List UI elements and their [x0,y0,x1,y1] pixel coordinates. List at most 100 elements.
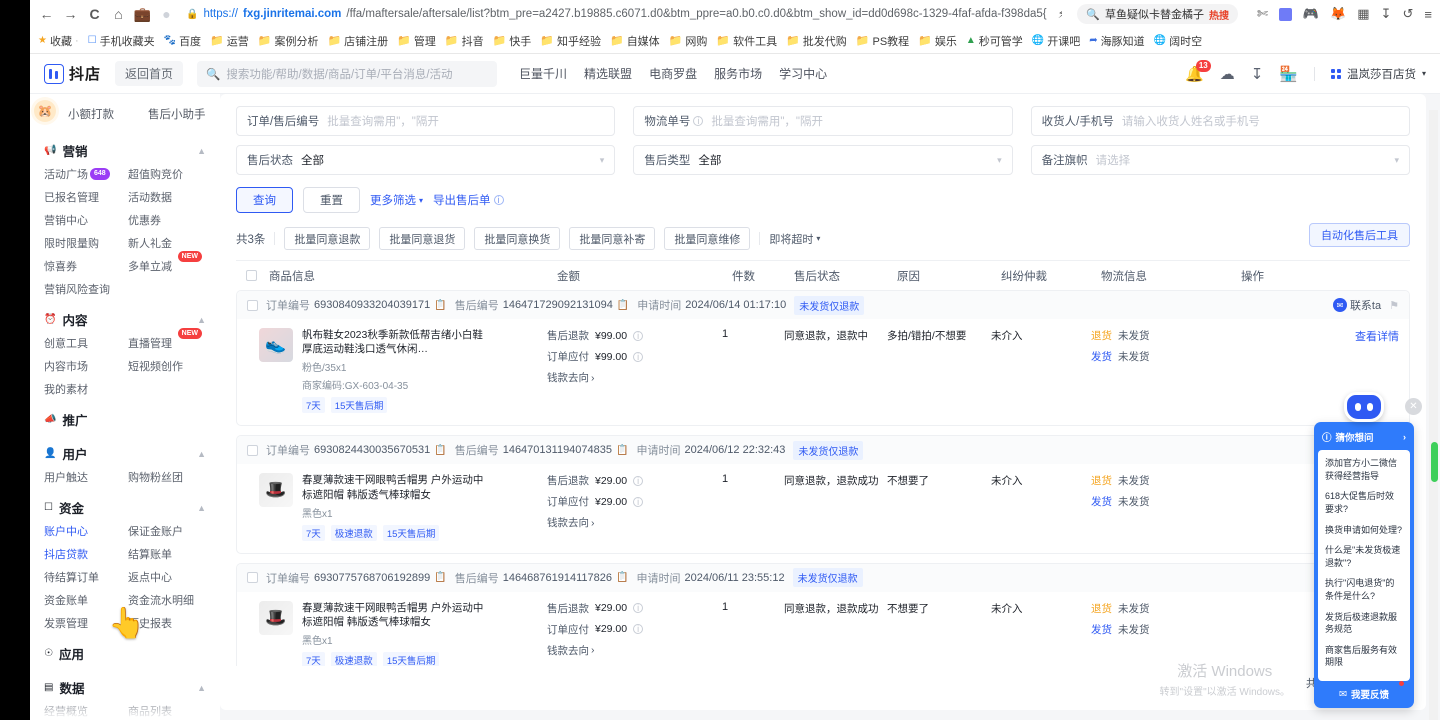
sidebar-item-user-reach[interactable]: 用户触达 [44,469,122,485]
bookmark-item[interactable]: 📁软件工具 [716,33,777,49]
info-icon[interactable]: i [633,352,643,362]
shield-icon[interactable]: ● [158,6,175,23]
sidebar-item-surprise-coupon[interactable]: 惊喜券 [44,258,122,274]
bookmark-item[interactable]: 🐾 百度 [164,33,201,49]
copy-icon[interactable]: 📋 [434,445,446,456]
row-checkbox[interactable] [247,572,258,583]
money-flow-link[interactable]: 钱款去向 › [547,515,722,530]
product-thumbnail[interactable]: 👟 [259,328,293,362]
sidebar-item-creative-tools[interactable]: 创意工具 [44,335,122,351]
sort-dropdown[interactable]: 即将超时 ▾ [769,231,820,247]
sidebar-item-aftersale-helper[interactable]: 售后小助手 [148,106,206,122]
receiver-input[interactable]: 收货人/手机号 请输入收货人姓名或手机号 [1031,106,1410,136]
bookmark-item[interactable]: 📁知乎经验 [540,33,601,49]
money-flow-link[interactable]: 钱款去向 › [547,370,722,385]
nav-item-learning[interactable]: 学习中心 [779,65,827,82]
app-logo[interactable]: 抖店 [44,63,101,84]
fox-icon[interactable]: 🦊 [1330,6,1346,22]
info-icon[interactable]: i [633,331,643,341]
bookmark-item[interactable]: 🌐开课吧 [1032,33,1080,49]
info-icon[interactable]: i [633,624,643,634]
bookmark-item[interactable]: 📁PS教程 [856,33,909,49]
copy-icon[interactable]: 📋 [617,300,629,311]
download-app-icon[interactable]: ↧ [1251,65,1264,83]
reload-icon[interactable]: C [86,6,103,23]
omnibox-search-suggestion[interactable]: 🔍 草鱼疑似卡替金橘子 热搜 [1077,4,1238,24]
info-icon[interactable]: i [693,116,703,126]
sidebar-group-promotion[interactable]: 📣 推广 [44,401,206,435]
page-scrollbar-thumb[interactable] [1431,442,1438,482]
chat-question[interactable]: 618大促售后时效要求? [1325,490,1403,515]
bulk-agree-resend-button[interactable]: 批量同意补寄 [569,227,655,250]
sidebar-item-small-payout[interactable]: 小额打款 [68,106,114,122]
export-aftersale-link[interactable]: 导出售后单 i [433,192,504,208]
help-icon[interactable]: ☁ [1220,65,1235,83]
bookmark-item[interactable]: 🌐阔时空 [1154,33,1202,49]
scissors-icon[interactable]: ✄ [1257,6,1268,22]
view-detail-link[interactable]: 查看详情 [1355,331,1399,343]
info-icon[interactable]: i [633,497,643,507]
bookmark-item[interactable]: 📁案例分析 [258,33,319,49]
chat-question[interactable]: 商家售后服务有效期限 [1325,644,1403,669]
forward-icon[interactable]: → [62,6,79,23]
sidebar-item-rebate-center[interactable]: 返点中心 [128,569,206,585]
row-checkbox[interactable] [247,300,258,311]
bookmark-item[interactable]: 📁运营 [210,33,249,49]
order-number-input[interactable]: 订单/售后编号 批量查询需用"，"隔开 [236,106,615,136]
sidebar-item-value-bid[interactable]: 超值购竞价 [128,166,206,182]
sidebar-group-marketing[interactable]: 📢 营销 ▲ [44,132,206,166]
chat-question[interactable]: 添加官方小二微信获得经营指导 [1325,457,1403,482]
bookmark-item[interactable]: 📁管理 [397,33,436,49]
row-checkbox[interactable] [247,445,258,456]
sidebar-item-settlement-bill[interactable]: 结算账单 [128,546,206,562]
nav-item-qianchuan[interactable]: 巨量千川 [519,65,567,82]
bookmark-item[interactable]: ▲秒可管学 [966,33,1023,49]
lightning-icon[interactable]: ⚡ [1058,7,1063,21]
bookmark-item[interactable]: 📁快手 [493,33,532,49]
shop-front-icon[interactable]: 🏪 [1279,65,1298,83]
query-button[interactable]: 查询 [236,187,293,213]
address-bar[interactable]: 🔒 https://fxg.jinritemai.com/ffa/mafters… [182,4,1062,25]
sidebar-item-my-material[interactable]: 我的素材 [44,381,122,397]
product-thumbnail[interactable]: 🎩 [259,473,293,507]
bookmark-item[interactable]: ➦海豚知道 [1089,33,1144,49]
controller-icon[interactable]: 🎮 [1303,6,1319,22]
sidebar-item-multi-order-discount[interactable]: 多单立减 NEW [128,258,206,274]
copy-icon[interactable]: 📋 [434,572,446,583]
chat-panel-header[interactable]: ⓘ 猜你想问 › [1318,426,1410,450]
info-icon[interactable]: i [633,603,643,613]
bookmark-item[interactable]: 📁网购 [669,33,708,49]
sidebar-item-account-center[interactable]: 账户中心 [44,523,122,539]
bulk-agree-return-button[interactable]: 批量同意退货 [379,227,465,250]
sidebar-item-activity-plaza[interactable]: 活动广场 648 [44,166,122,182]
feedback-button[interactable]: ✉ 我要反馈 [1318,681,1410,704]
bookmark-item[interactable]: 📁抖音 [445,33,484,49]
copy-icon[interactable]: 📋 [434,300,446,311]
sidebar-item-marketing-risk[interactable]: 营销风险查询 [44,281,122,297]
note-icon[interactable] [1279,8,1292,21]
avatar[interactable]: 🐹 [34,100,56,122]
bookmark-item[interactable]: 📁批发代购 [786,33,847,49]
bulk-agree-repair-button[interactable]: 批量同意维修 [664,227,750,250]
sidebar-item-marketing-center[interactable]: 营销中心 [44,212,122,228]
home-button[interactable]: 返回首页 [115,61,183,86]
sidebar-item-live-mgmt[interactable]: 直播管理 NEW [128,335,206,351]
bulk-agree-exchange-button[interactable]: 批量同意换货 [474,227,560,250]
copy-icon[interactable]: 📋 [616,572,628,583]
sidebar-item-deposit-account[interactable]: 保证金账户 [128,523,206,539]
info-icon[interactable]: i [633,476,643,486]
sidebar-item-coupon[interactable]: 优惠券 [128,212,206,228]
notification-bell-icon[interactable]: 🔔 13 [1185,65,1204,83]
sidebar-group-funds[interactable]: ☐ 资金 ▲ [44,489,206,523]
flag-icon[interactable]: ⚑ [1389,299,1399,312]
chat-question[interactable]: 发货后极速退款服务规范 [1325,611,1403,636]
aftersale-type-select[interactable]: 售后类型 全部 ▾ [633,145,1012,175]
chat-assistant-avatar-icon[interactable] [1344,392,1384,422]
sidebar-item-newcomer-gift[interactable]: 新人礼金 [128,235,206,251]
remark-flag-select[interactable]: 备注旗帜 请选择 ▾ [1031,145,1410,175]
product-thumbnail[interactable]: 🎩 [259,601,293,635]
page-scrollbar-track[interactable] [1429,110,1438,720]
bookmark-item[interactable]: 📁店铺注册 [327,33,388,49]
bulk-agree-refund-button[interactable]: 批量同意退款 [284,227,370,250]
download-icon[interactable]: ↧ [1381,6,1392,22]
